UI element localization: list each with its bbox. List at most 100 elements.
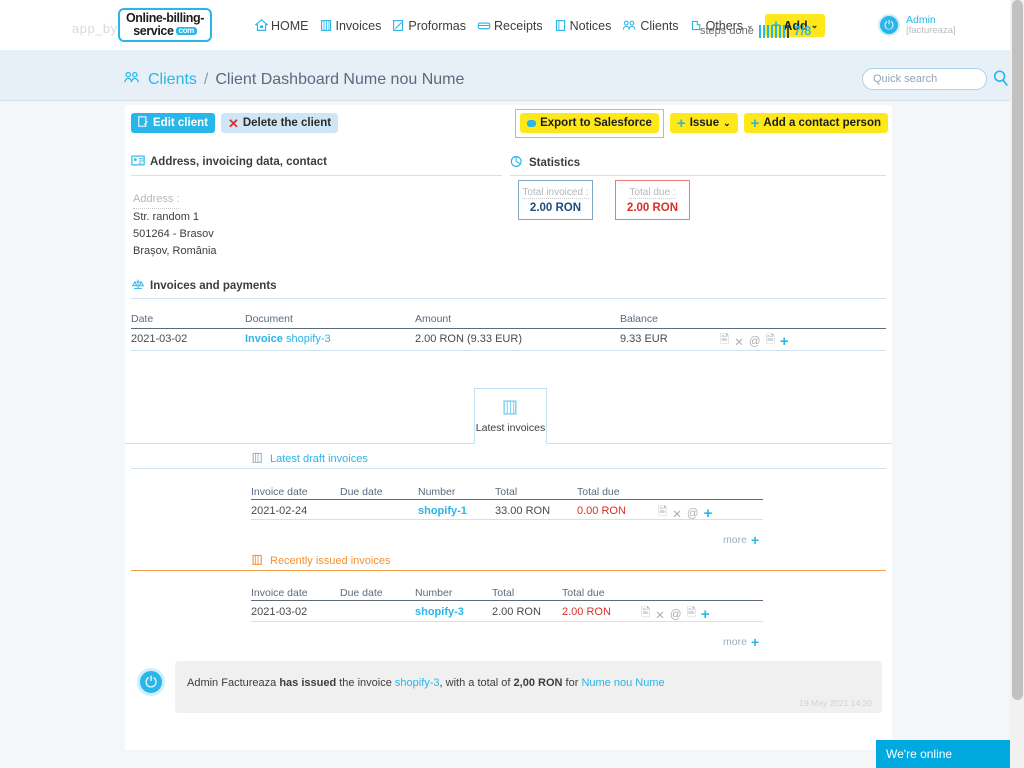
invoices-payments-title: Invoices and payments [150,280,277,292]
copy-icon[interactable]: 🗎 [766,332,775,351]
client-actions-left: Edit client ✕ Delete the client [131,113,339,133]
search-input[interactable] [862,68,987,90]
draft-row-rule [251,519,763,520]
draft-more-link[interactable]: more + [723,533,759,547]
nav-item-clients[interactable]: Clients [622,19,679,33]
issued-invoices-header: Recently issued invoices [251,553,390,569]
page-root: app_by Online-billing- service com HOME … [0,0,1024,768]
email-icon[interactable]: @ [749,336,761,348]
steps-progress: steps done 7/8 [700,24,811,38]
issued-row-rule [251,621,763,622]
add-contact-person-button[interactable]: + Add a contact person [743,113,888,133]
add-contact-label: Add a contact person [763,117,881,129]
steps-bars [758,24,789,38]
chat-status-label: We're online [886,747,953,761]
nav-item-proformas[interactable]: Proformas [392,19,466,33]
cell-invoice-date: 2021-02-24 [251,505,308,517]
total-due-value: 2.00 RON [626,201,679,214]
column-header-number: Number [418,486,456,498]
edit-client-label: Edit client [153,117,208,129]
address-label: Address : [133,191,180,209]
column-header-total-due: Total due [577,486,620,498]
activity-amount: 2,00 RON [513,677,563,689]
cell-invoice-date: 2021-03-02 [251,606,308,618]
statistics-section-title: Statistics [529,157,581,169]
activity-for: for [565,677,579,689]
column-header-total: Total [495,486,518,498]
issued-invoices-divider [131,570,886,571]
table-header-rule [131,328,886,329]
tab-label: Latest invoices [475,421,546,434]
column-header-invoice-date: Invoice date [251,587,308,599]
issued-header-rule [251,600,763,601]
total-invoiced-value: 2.00 RON [529,201,582,214]
proformas-icon [392,19,405,32]
total-due-box: Total due : 2.00 RON [615,180,690,220]
activity-actor: Admin Factureaza [187,677,277,689]
activity-invoice-link[interactable]: shopify-3 [395,677,440,689]
logo-badge: com [175,27,197,36]
activity-text: Admin Factureaza has issued the invoice … [187,677,665,689]
cell-amount: 2.00 RON (9.33 EUR) [415,333,522,345]
issued-more-link[interactable]: more + [723,635,759,649]
address-section-title: Address, invoicing data, contact [150,156,328,168]
search-icon[interactable] [992,69,1010,90]
site-logo[interactable]: Online-billing- service com [118,8,212,42]
statistics-section-header: Statistics [510,155,580,171]
nav-label-notices: Notices [569,18,612,33]
column-header-due-date: Due date [340,587,383,599]
statistics-icon [510,155,524,171]
nav-item-invoices[interactable]: Invoices [320,18,382,33]
nav-item-notices[interactable]: Notices [554,18,612,33]
email-icon[interactable]: @ [687,508,699,520]
cell-total-due: 0.00 RON [577,505,626,517]
user-account: [factureaza] [906,25,956,37]
nav-item-receipts[interactable]: Receipts [477,19,543,33]
page-scrollbar[interactable] [1010,0,1024,768]
chevron-down-icon: ⌄ [723,117,731,128]
nav-label-invoices: Invoices [335,18,382,33]
steps-value: 7/8 [793,24,812,38]
notices-icon [554,19,567,32]
add-icon[interactable]: + [780,334,789,349]
address-line-1: Str. random 1 [133,211,200,223]
app-by-label: app_by [72,21,118,36]
delete-icon[interactable]: ✕ [655,608,665,622]
breadcrumb-clients-link[interactable]: Clients [148,71,197,89]
edit-icon[interactable]: 🖹 [658,504,667,523]
delete-icon[interactable]: ✕ [734,335,744,349]
cell-number[interactable]: shopify-1 [418,505,467,517]
cell-document[interactable]: Invoice shopify-3 [245,333,331,345]
tab-latest-invoices[interactable]: Latest invoices [474,388,547,444]
plus-icon: + [676,114,686,132]
activity-verb: has issued [279,677,337,689]
email-icon[interactable]: @ [670,609,682,621]
scales-icon [131,278,145,294]
draft-header-rule [251,499,763,500]
user-menu[interactable]: ⏻ Admin [factureaza] [878,14,956,37]
draft-more-label: more [723,534,747,546]
client-actions-right: Export to Salesforce + Issue ⌄ + Add a c… [515,109,888,138]
chat-widget[interactable]: We're online [876,740,1010,768]
add-icon[interactable]: + [701,607,710,622]
band-divider [0,100,1010,101]
export-salesforce-button[interactable]: Export to Salesforce [520,113,659,133]
clients-icon [622,19,637,32]
delete-client-button[interactable]: ✕ Delete the client [220,113,339,133]
address-block: Address : Str. random 1 501264 - Brasov … [133,191,217,260]
column-header-due-date: Due date [340,486,383,498]
issue-button[interactable]: + Issue ⌄ [669,113,738,133]
cell-total-due: 2.00 RON [562,606,611,618]
column-header-amount: Amount [415,313,452,325]
cell-number[interactable]: shopify-3 [415,606,464,618]
scrollbar-thumb[interactable] [1012,0,1023,700]
edit-icon[interactable]: 🖹 [720,332,729,351]
cell-total: 33.00 RON [495,505,551,517]
edit-client-button[interactable]: Edit client [131,113,215,133]
issued-invoices-title: Recently issued invoices [270,555,391,567]
nav-item-home[interactable]: HOME [255,19,309,33]
table-row-rule [131,350,886,351]
activity-client-link[interactable]: Nume nou Nume [581,677,664,689]
column-header-date: Date [131,313,154,325]
address-line-3: Brașov, România [133,245,217,257]
